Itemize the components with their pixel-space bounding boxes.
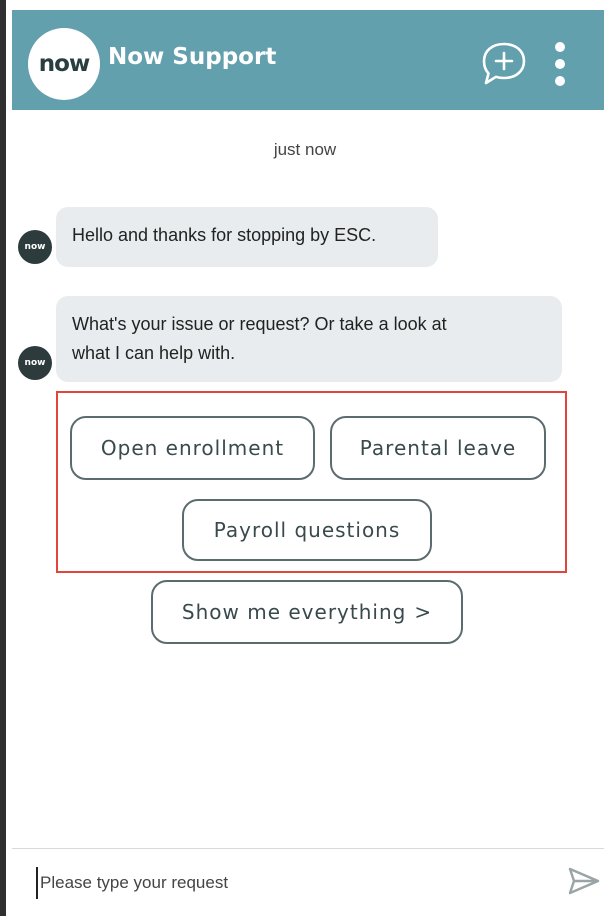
- option-payroll-questions[interactable]: Payroll questions: [182, 499, 432, 561]
- now-logo: now: [28, 28, 100, 100]
- option-label: Show me everything: [181, 600, 407, 624]
- message-timestamp: just now: [273, 140, 337, 159]
- bot-message-text: Hello and thanks for stopping by ESC.: [72, 225, 377, 245]
- bot-avatar: now: [18, 346, 52, 380]
- chat-header: now Now Support: [12, 10, 604, 110]
- option-label: Open enrollment: [100, 436, 285, 460]
- bot-avatar: now: [18, 230, 52, 264]
- kebab-menu-icon[interactable]: [550, 40, 570, 90]
- option-open-enrollment[interactable]: Open enrollment: [70, 416, 315, 480]
- chat-window: now Now Support just now now Hello and t…: [0, 0, 604, 917]
- option-parental-leave[interactable]: Parental leave: [330, 416, 546, 480]
- header-title: Now Support: [108, 44, 277, 70]
- send-icon[interactable]: [568, 867, 600, 895]
- chevron-right-icon: >: [414, 600, 433, 624]
- message-input[interactable]: [36, 867, 542, 899]
- bot-message: What's your issue or request? Or take a …: [56, 296, 562, 382]
- bot-message-line: what I can help with.: [72, 343, 236, 363]
- chat-plus-icon[interactable]: [478, 40, 530, 88]
- option-label: Parental leave: [359, 436, 517, 460]
- bot-message-line: What's your issue or request? Or take a …: [72, 314, 447, 334]
- message-composer: [12, 848, 604, 917]
- bot-message: Hello and thanks for stopping by ESC.: [56, 207, 438, 267]
- show-everything-button[interactable]: Show me everything >: [151, 580, 463, 644]
- option-label: Payroll questions: [213, 518, 401, 542]
